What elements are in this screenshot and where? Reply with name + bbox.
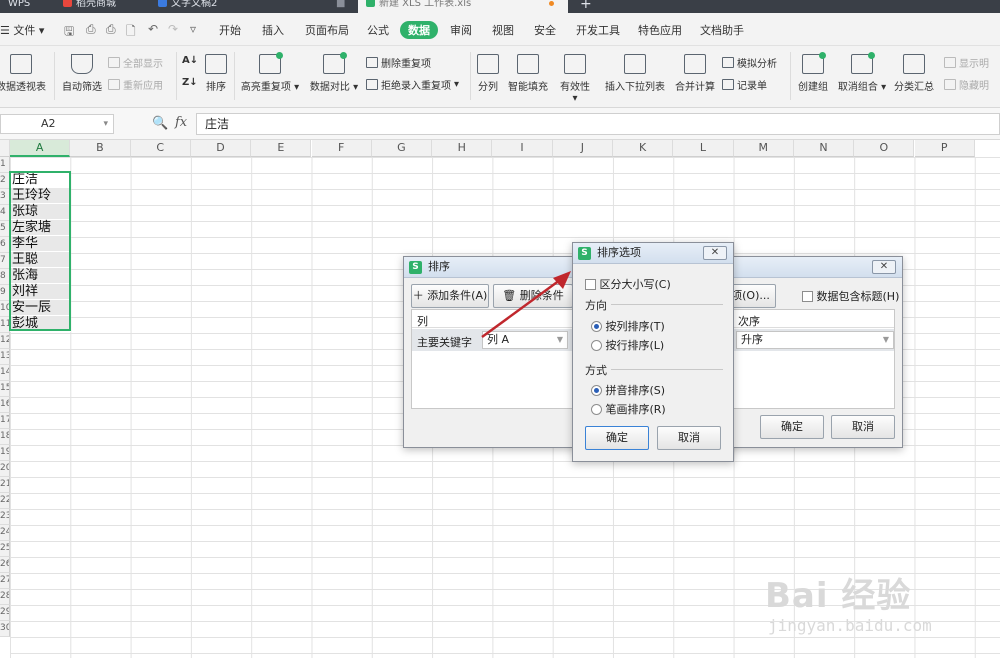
annotation-arrow [481,271,571,339]
arrow-head [553,271,571,289]
arrow-shaft [481,278,561,339]
